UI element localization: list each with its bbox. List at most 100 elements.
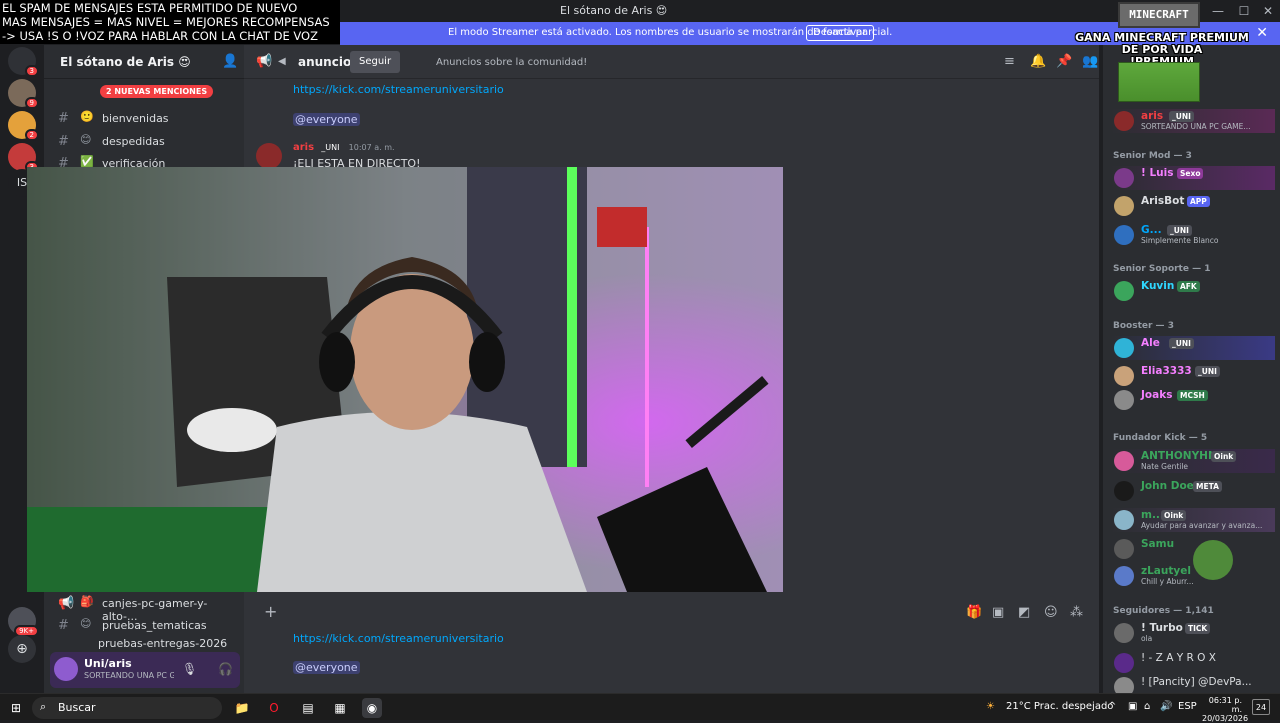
member-name: zLautyel (1141, 565, 1191, 577)
hash-icon: # (58, 111, 69, 126)
avatar (1114, 539, 1134, 559)
channel-item[interactable]: pruebas-entregas-2026 (52, 638, 238, 650)
channel-item[interactable]: # 😊 pruebas_tematicas (52, 616, 238, 636)
message-time: 10:07 a. m. (348, 143, 395, 152)
member-row[interactable]: Kuvin AFK (1111, 279, 1275, 303)
member-row[interactable]: Ale _UNI (1111, 336, 1275, 360)
member-row[interactable]: Elia3333 _UNI (1111, 364, 1275, 388)
member-row[interactable]: aris _UNI SORTEANDO UNA PC GAME... (1111, 109, 1275, 133)
gift-icon[interactable]: 🎁 (966, 605, 982, 620)
member-row[interactable]: zLautyel Chill y Aburr... (1111, 564, 1275, 588)
pepe-emote (1193, 540, 1233, 580)
member-tag: _UNI (1169, 111, 1194, 122)
member-row[interactable]: ! Turbo TICK ola (1111, 621, 1275, 645)
member-name: ! Turbo (1141, 622, 1183, 634)
emoji-icon[interactable]: ☺ (1044, 605, 1058, 620)
clock[interactable]: 06:31 p. m. 20/03/2026 (1202, 696, 1248, 723)
gif-icon[interactable]: ▣ (992, 605, 1004, 620)
disable-streamer-button[interactable]: Desactivar (806, 25, 874, 41)
member-row[interactable]: ArisBot APP (1111, 194, 1275, 218)
server-icon[interactable]: 9K+ (8, 607, 39, 637)
add-server-icon[interactable]: ⊕ (8, 635, 36, 663)
avatar[interactable] (54, 657, 78, 681)
server-icon[interactable]: 3 (8, 47, 39, 77)
server-icon[interactable]: 9 (8, 79, 39, 109)
avatar (1114, 623, 1134, 643)
group-header: Fundador Kick — 5 (1113, 433, 1208, 443)
member-row[interactable]: John Doe META (1111, 479, 1275, 503)
member-row[interactable]: ! [Pancity] @DevPa... (1111, 675, 1275, 693)
tray-app-icon[interactable]: ▣ (1128, 701, 1137, 712)
group-header: Senior Mod — 3 (1113, 151, 1192, 161)
app-icon[interactable]: ▦ (330, 698, 350, 718)
member-row[interactable]: Joaks MCSH (1111, 388, 1275, 412)
discord-icon[interactable]: ◉ (362, 698, 382, 718)
tray-chevron-icon[interactable]: ^ (1108, 701, 1116, 712)
channel-item[interactable]: 📢 🎒 canjes-pc-gamer-y-alto-... (52, 594, 238, 623)
channel-emoji: 🎒 (80, 595, 94, 608)
member-status: ola (1141, 634, 1153, 643)
message-input[interactable] (314, 603, 1074, 623)
message-link[interactable]: https://kick.com/streameruniversitario (293, 632, 504, 645)
add-attachment-icon[interactable]: + (264, 602, 277, 621)
member-name: Elia3333 (1141, 365, 1192, 377)
server-header[interactable]: El sótano de Aris 😍 👤 (44, 45, 244, 79)
channel-topic: Anuncios sobre la comunidad! (436, 57, 588, 68)
avatar (1114, 281, 1134, 301)
volume-icon[interactable]: 🔊 (1160, 701, 1172, 712)
channel-item[interactable]: # 😊 despedidas (52, 132, 238, 152)
follow-button[interactable]: Seguir (350, 51, 401, 73)
network-icon[interactable]: ⌂ (1144, 701, 1150, 712)
search-icon: ⌕ (40, 700, 47, 713)
member-tag: _UNI (1167, 225, 1192, 236)
channel-emoji: 😊 (80, 133, 92, 146)
pin-icon[interactable]: 📌 (1056, 54, 1072, 69)
member-row[interactable]: ! Luis Sexo (1111, 166, 1275, 190)
apps-icon[interactable]: ⁂ (1070, 605, 1083, 620)
file-explorer-icon[interactable]: 📁 (232, 698, 252, 718)
minecraft-promo-overlay: MINECRAFT GANA MINECRAFT PREMIUM DE POR … (1072, 2, 1252, 102)
everyone-mention[interactable]: @everyone (293, 661, 360, 674)
server-name: El sótano de Aris 😍 (60, 55, 191, 69)
weather-text[interactable]: 21°C Prac. despejado (1006, 701, 1113, 712)
bell-icon[interactable]: 🔔 (1030, 54, 1046, 69)
member-tag: Sexo (1177, 168, 1204, 179)
close-banner-icon[interactable]: ✕ (1256, 25, 1268, 41)
back-arrow-icon[interactable]: ◀ (278, 56, 286, 67)
everyone-mention[interactable]: @everyone (293, 113, 360, 126)
message-mention: @everyone (293, 113, 360, 126)
member-name: ANTHONYHN (1141, 450, 1217, 462)
member-name: John Doe (1141, 480, 1194, 492)
member-row[interactable]: ! - Z A Y R O X (1111, 651, 1275, 675)
channel-label: despedidas (102, 135, 165, 148)
close-window-icon[interactable]: ✕ (1256, 2, 1280, 20)
member-row[interactable]: ANTHONYHN Oink Nate Gentile (1111, 449, 1275, 473)
weather-icon: ☀ (986, 701, 995, 712)
microphone-icon[interactable]: 🎙 (182, 662, 197, 676)
sticker-icon[interactable]: ◩ (1018, 605, 1030, 620)
opera-icon[interactable]: O (264, 698, 284, 718)
avatar[interactable] (256, 143, 282, 169)
taskbar-search[interactable]: ⌕ Buscar (32, 697, 222, 719)
member-row[interactable]: G... _UNI Simplemente Blanco (1111, 223, 1275, 247)
avatar (1114, 653, 1134, 673)
message-link[interactable]: https://kick.com/streameruniversitario (293, 83, 504, 96)
headphones-icon[interactable]: 🎧 (218, 662, 233, 676)
author-name[interactable]: aris (293, 142, 314, 153)
member-name: Joaks (1141, 389, 1173, 401)
server-badge: 2 (24, 129, 39, 141)
taskbar: ⊞ ⌕ Buscar 📁 O ▤ ▦ ◉ ☀ 21°C Prac. despej… (0, 693, 1280, 723)
notification-icon[interactable]: 24 (1252, 699, 1270, 715)
channel-item[interactable]: # 🙂 bienvenidas (52, 109, 238, 129)
member-row[interactable]: m... Oink Ayudar para avanzar y avanza..… (1111, 508, 1275, 532)
mentions-badge[interactable]: 2 NUEVAS MENCIONES (100, 85, 214, 98)
group-header: Senior Soporte — 1 (1113, 264, 1211, 274)
channel-label: pruebas-entregas-2026 (98, 638, 228, 650)
threads-icon[interactable]: ≡ (1004, 54, 1015, 69)
app-icon[interactable]: ▤ (298, 698, 318, 718)
server-icon[interactable]: 2 (8, 111, 39, 141)
invite-icon[interactable]: 👤 (222, 54, 238, 69)
windows-start-icon[interactable]: ⊞ (6, 698, 26, 718)
language-indicator[interactable]: ESP (1178, 701, 1197, 712)
stream-overlay-text: EL SPAM DE MENSAJES ESTA PERMITIDO DE NU… (0, 0, 340, 44)
